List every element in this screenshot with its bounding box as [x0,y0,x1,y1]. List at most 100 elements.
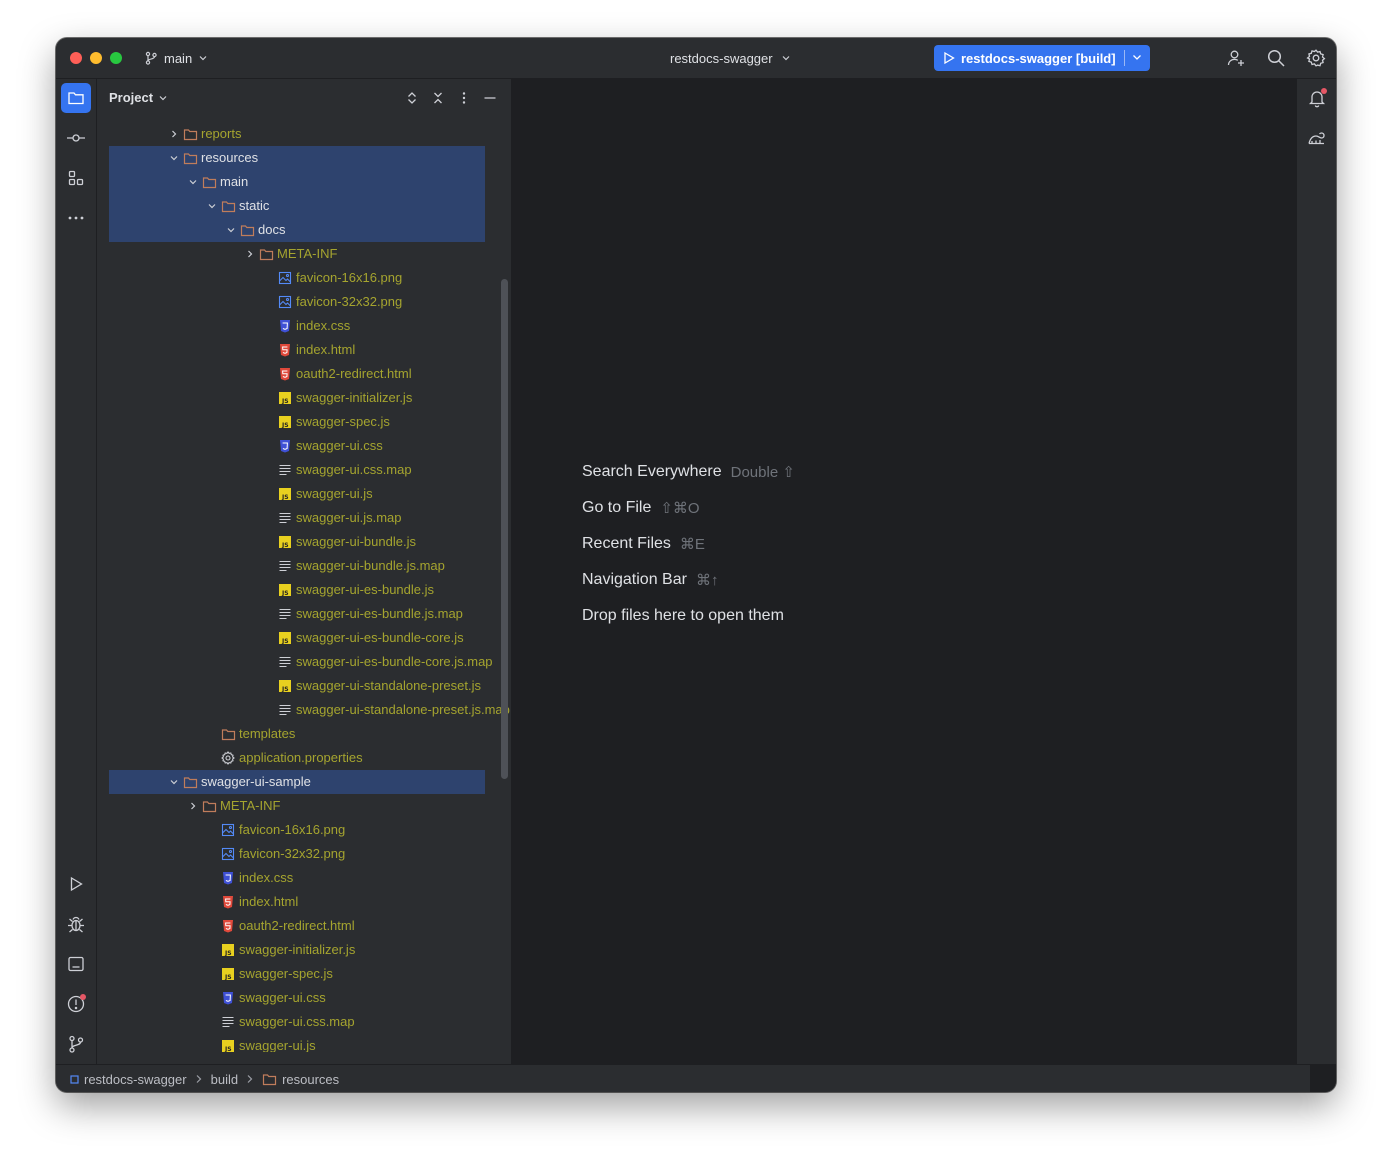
tree-item[interactable]: docs [97,218,497,242]
expand-collapse-icon[interactable] [403,89,421,107]
tree-item[interactable]: swagger-ui-es-bundle-core.js.map [97,650,497,674]
tree-item[interactable]: JS swagger-ui-standalone-preset.js [97,674,497,698]
tree-item[interactable]: index.css [97,314,497,338]
chevron-down-icon[interactable] [185,174,201,190]
divider [1124,50,1125,66]
add-user-icon[interactable] [1226,48,1246,68]
minimize-window-button[interactable] [90,52,102,64]
tree-item[interactable]: META-INF [97,242,497,266]
tree-item[interactable]: application.properties [97,746,497,770]
tree-item-label: swagger-ui-es-bundle.js.map [296,606,463,621]
tree-item[interactable]: index.css [97,866,497,890]
tree-item-label: swagger-ui.css [239,990,326,1005]
tree-item-label: swagger-spec.js [296,414,390,429]
run-configuration-widget[interactable]: restdocs-swagger [build] [934,45,1150,71]
status-bar-widget-area [1310,1065,1336,1092]
tree-item[interactable]: oauth2-redirect.html [97,914,497,938]
tree-item-label: resources [201,150,259,165]
tree-item[interactable]: JS swagger-ui-es-bundle.js [97,578,497,602]
tree-item[interactable]: reports [97,122,497,146]
css-file-icon [220,870,236,886]
text-file-icon [277,510,293,526]
tree-item[interactable]: swagger-ui-bundle.js.map [97,554,497,578]
tree-item-label: templates [239,726,296,741]
git-tool-button[interactable] [61,1029,91,1059]
tree-item[interactable]: swagger-ui.css [97,434,497,458]
tree-item-label: META-INF [220,798,281,813]
chevron-down-icon [198,53,208,63]
tree-item[interactable]: oauth2-redirect.html [97,362,497,386]
tree-item[interactable]: index.html [97,890,497,914]
tree-item[interactable]: main [97,170,497,194]
text-file-icon [277,606,293,622]
tree-item[interactable]: favicon-32x32.png [97,842,497,866]
structure-tool-button[interactable] [61,163,91,193]
run-tool-button[interactable] [61,869,91,899]
project-tree[interactable]: reports resources main static docs META-INF fa… [97,122,511,1052]
vcs-branch-widget[interactable]: main [144,49,208,67]
zoom-window-button[interactable] [110,52,122,64]
more-tools-button[interactable] [61,203,91,233]
project-tool-button[interactable] [61,83,91,113]
chevron-down-icon[interactable] [166,774,182,790]
hide-panel-icon[interactable] [481,89,499,107]
vertical-scrollbar[interactable] [501,279,508,779]
tree-item[interactable]: swagger-ui.css [97,986,497,1010]
chevron-down-icon[interactable] [1130,50,1144,64]
tree-item[interactable]: JS swagger-initializer.js [97,386,497,410]
chevron-down-icon[interactable] [223,222,239,238]
tree-item[interactable]: JS swagger-spec.js [97,962,497,986]
run-icon[interactable] [942,51,956,65]
tree-item[interactable]: swagger-ui.css.map [97,458,497,482]
gear-icon[interactable] [1306,48,1326,68]
tree-item[interactable]: JS swagger-ui.js [97,1034,497,1052]
tree-item[interactable]: index.html [97,338,497,362]
tree-item[interactable]: swagger-ui-es-bundle.js.map [97,602,497,626]
breadcrumb-item[interactable]: build [211,1072,238,1087]
chevron-right-icon[interactable] [185,798,201,814]
chevron-down-icon[interactable] [166,150,182,166]
tree-item[interactable]: swagger-ui.js.map [97,506,497,530]
tree-item[interactable]: JS swagger-ui.js [97,482,497,506]
tree-item[interactable]: templates [97,722,497,746]
tree-item[interactable]: favicon-32x32.png [97,290,497,314]
commit-tool-button[interactable] [61,123,91,153]
terminal-tool-button[interactable] [61,949,91,979]
collapse-all-icon[interactable] [429,89,447,107]
tree-item[interactable]: JS swagger-spec.js [97,410,497,434]
breadcrumb: restdocs-swagger build resources [56,1072,339,1087]
breadcrumb-item[interactable]: resources [262,1072,339,1087]
more-vertical-icon[interactable] [455,89,473,107]
close-window-button[interactable] [70,52,82,64]
gradle-tool-button[interactable] [1302,123,1332,153]
tree-item[interactable]: favicon-16x16.png [97,818,497,842]
chevron-right-icon[interactable] [242,246,258,262]
tree-item[interactable]: META-INF [97,794,497,818]
tree-item[interactable]: static [97,194,497,218]
chevron-down-icon[interactable] [204,198,220,214]
project-view-selector[interactable]: Project [109,90,168,105]
editor-hint: Drop files here to open them [582,598,795,634]
tree-item[interactable]: favicon-16x16.png [97,266,497,290]
tree-item[interactable]: swagger-ui-sample [109,770,485,794]
tree-item[interactable]: JS swagger-ui-es-bundle-core.js [97,626,497,650]
tree-item[interactable]: JS swagger-ui-bundle.js [97,530,497,554]
chevron-right-icon[interactable] [166,126,182,142]
editor-empty-area[interactable]: Search Everywhere Double ⇧ Go to File ⇧⌘O Re… [512,79,1295,1064]
tree-item-label: oauth2-redirect.html [239,918,355,933]
folder-icon [182,150,198,166]
notifications-tool-button[interactable] [1302,83,1332,113]
breadcrumb-label: build [210,1071,239,1087]
search-icon[interactable] [1266,48,1286,68]
tree-item[interactable]: swagger-ui.css.map [97,1010,497,1034]
tree-item[interactable]: resources [97,146,497,170]
tree-item[interactable]: swagger-ui-standalone-preset.js.map [97,698,510,722]
tree-item-label: favicon-32x32.png [239,846,346,861]
problems-tool-button[interactable] [61,989,91,1019]
project-widget[interactable]: restdocs-swagger [670,49,791,67]
debug-tool-button[interactable] [61,909,91,939]
tree-item[interactable]: JS swagger-initializer.js [97,938,497,962]
js-file-icon: JS [220,1038,236,1052]
breadcrumb-item[interactable]: restdocs-swagger [70,1072,187,1087]
